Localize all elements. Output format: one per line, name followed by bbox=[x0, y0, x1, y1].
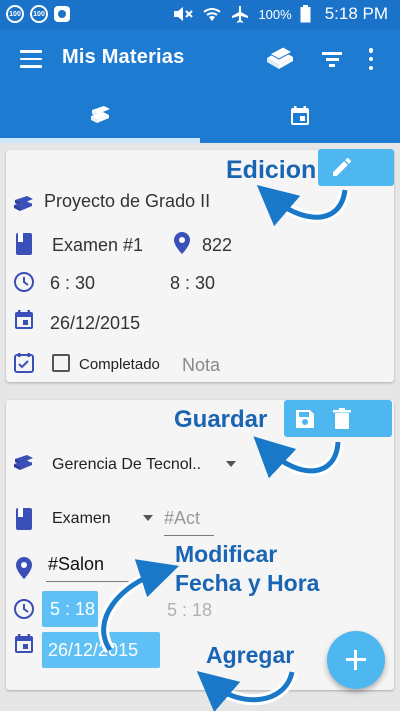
arrow-to-fab-area bbox=[208, 670, 298, 706]
tutorial-arrows bbox=[98, 184, 351, 711]
add-button[interactable] bbox=[327, 631, 385, 689]
